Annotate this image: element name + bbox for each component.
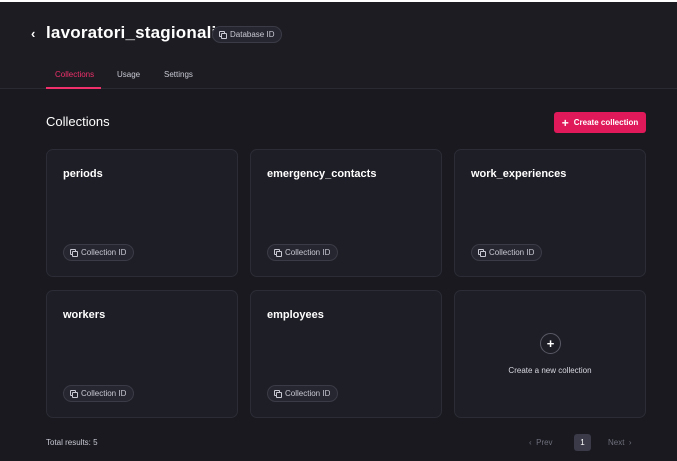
create-collection-button[interactable]: + Create collection [554,112,646,133]
copy-icon [219,31,227,39]
create-new-collection-label: Create a new collection [508,366,592,375]
collection-card-work-experiences[interactable]: work_experiences Collection ID [454,149,646,277]
pagination-prev-button[interactable]: ‹ Prev [529,438,553,447]
database-header: ‹ lavoratori_stagionali Database ID Coll… [0,2,677,89]
collection-card-periods[interactable]: periods Collection ID [46,149,238,277]
collection-name: periods [63,168,103,180]
tab-usage[interactable]: Usage [117,70,140,79]
collections-heading: Collections [46,114,110,129]
collection-id-label: Collection ID [285,389,331,398]
collection-id-badge[interactable]: Collection ID [471,244,543,261]
collection-card-emergency-contacts[interactable]: emergency_contacts Collection ID [250,149,442,277]
database-id-label: Database ID [230,30,275,39]
collection-id-badge[interactable]: Collection ID [63,244,135,261]
prev-label: Prev [536,438,553,447]
create-new-collection-card[interactable]: + Create a new collection [454,290,646,418]
app-window: ‹ lavoratori_stagionali Database ID Coll… [0,2,677,461]
active-tab-indicator [46,87,101,89]
collection-name: work_experiences [471,168,567,180]
copy-icon [274,249,282,257]
copy-icon [478,249,486,257]
plus-icon: + [561,115,569,130]
collection-id-label: Collection ID [489,248,535,257]
collection-id-badge[interactable]: Collection ID [267,244,339,261]
back-chevron-icon[interactable]: ‹ [31,27,43,41]
pagination-page-1[interactable]: 1 [574,434,591,451]
collection-card-employees[interactable]: employees Collection ID [250,290,442,418]
create-collection-label: Create collection [573,118,639,127]
collection-id-label: Collection ID [285,248,331,257]
copy-icon [70,249,78,257]
collection-id-badge[interactable]: Collection ID [63,385,135,402]
collection-id-label: Collection ID [81,389,127,398]
collection-card-workers[interactable]: workers Collection ID [46,290,238,418]
next-label: Next [608,438,625,447]
collection-name: employees [267,309,324,321]
collection-name: workers [63,309,106,321]
copy-icon [70,390,78,398]
copy-icon [274,390,282,398]
database-id-badge[interactable]: Database ID [212,26,283,43]
add-circle-plus-icon: + [540,333,561,354]
total-results: Total results: 5 [46,438,98,447]
pagination-next-button[interactable]: Next › [608,438,632,447]
collection-name: emergency_contacts [267,168,377,180]
tab-collections[interactable]: Collections [55,70,94,79]
collection-id-label: Collection ID [81,248,127,257]
collection-id-badge[interactable]: Collection ID [267,385,339,402]
tab-settings[interactable]: Settings [164,70,193,79]
database-title: lavoratori_stagionali [46,23,217,42]
